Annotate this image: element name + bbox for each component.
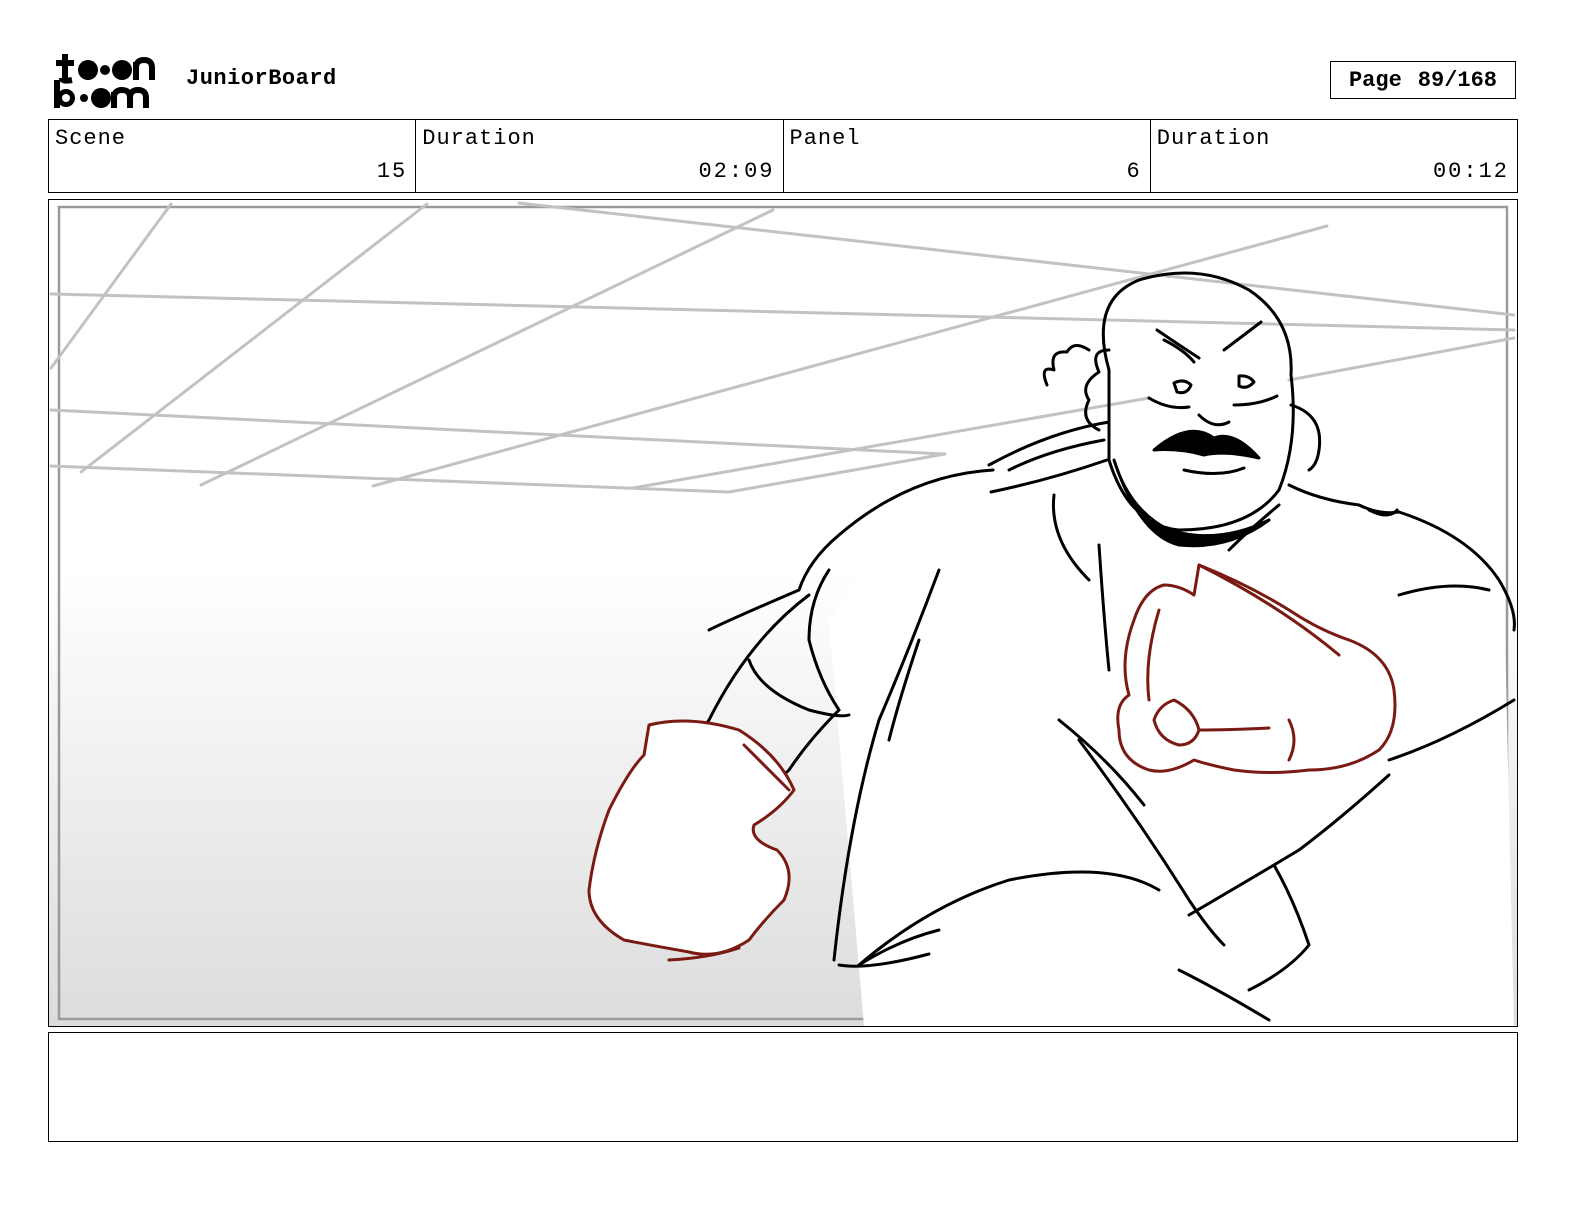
panel-duration-label: Duration bbox=[1156, 126, 1271, 151]
panel-cell: Panel 6 bbox=[784, 120, 1151, 192]
toon-boom-logo bbox=[52, 50, 164, 112]
page-value: 89/168 bbox=[1417, 67, 1498, 93]
toon-boom-logo-icon bbox=[54, 54, 155, 108]
panel-duration-value: 00:12 bbox=[1432, 159, 1509, 184]
scene-duration-value: 02:09 bbox=[698, 159, 775, 184]
scene-cell: Scene 15 bbox=[49, 120, 417, 192]
page-label: Page bbox=[1348, 67, 1402, 93]
scene-label: Scene bbox=[55, 126, 127, 151]
panel-value: 6 bbox=[1126, 159, 1142, 184]
scene-value: 15 bbox=[376, 159, 408, 184]
page-indicator: Page 89/168 bbox=[1330, 61, 1516, 99]
panel-notes-box bbox=[48, 1032, 1518, 1142]
panel-duration-cell: Duration 00:12 bbox=[1151, 120, 1517, 192]
scene-info-table: Scene 15 Duration 02:09 Panel 6 Duration… bbox=[48, 119, 1518, 193]
storyboard-sketch bbox=[49, 200, 1517, 1026]
storyboard-panel bbox=[48, 199, 1518, 1027]
scene-duration-cell: Duration 02:09 bbox=[416, 120, 784, 192]
scene-duration-label: Duration bbox=[422, 126, 536, 151]
panel-label: Panel bbox=[789, 126, 861, 151]
project-name: JuniorBoard bbox=[186, 66, 337, 91]
